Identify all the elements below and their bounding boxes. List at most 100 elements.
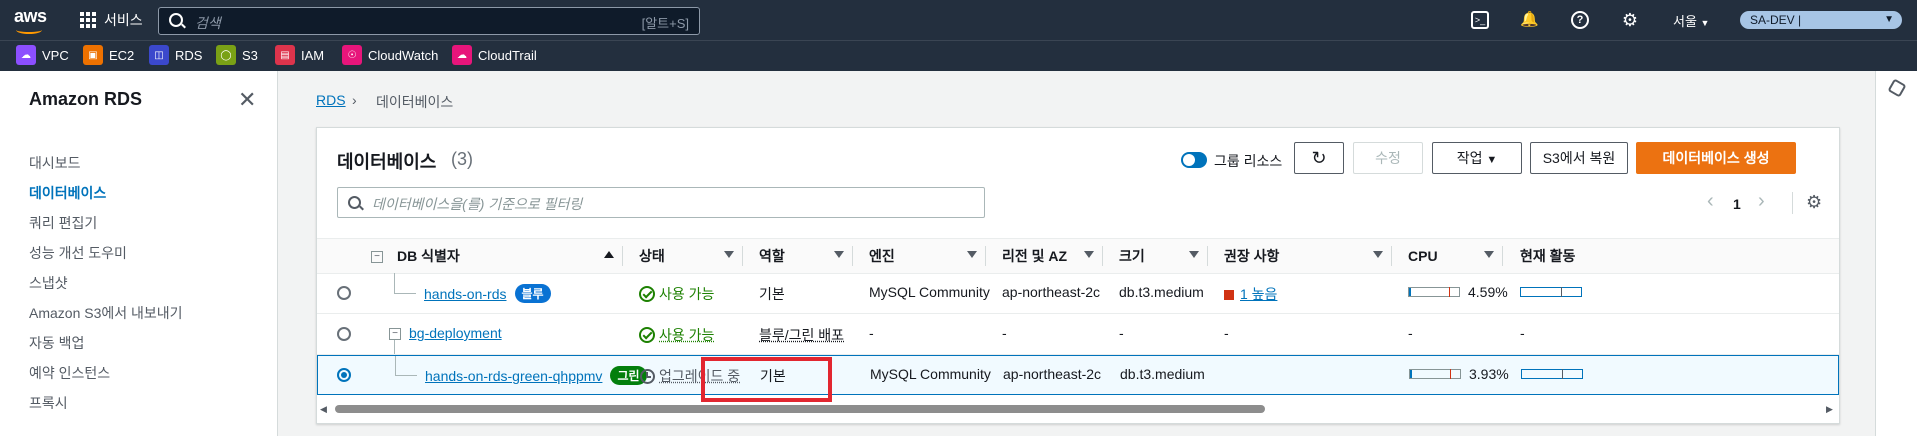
favorite-iam[interactable]: ▤ IAM (275, 45, 324, 65)
favorite-vpc[interactable]: ☁ VPC (16, 45, 69, 65)
sidebar-item-exports-s3[interactable]: Amazon S3에서 내보내기 (29, 303, 183, 323)
services-label: 서비스 (104, 10, 143, 30)
search-placeholder: 검색 (195, 13, 221, 33)
col-cpu[interactable]: CPU (1408, 239, 1438, 273)
sidebar-item-snapshots[interactable]: 스냅샷 (29, 273, 68, 293)
create-label: 데이터베이스 생성 (1663, 150, 1770, 166)
collapse-all-icon[interactable]: − (371, 251, 383, 263)
row-select-radio[interactable] (337, 286, 351, 300)
recommendation-link[interactable]: 1 높음 (1240, 286, 1277, 302)
favorite-cloudtrail[interactable]: ☁ CloudTrail (452, 45, 537, 65)
sidebar-item-performance-insights[interactable]: 성능 개선 도우미 (29, 243, 127, 263)
create-database-button[interactable]: 데이터베이스 생성 (1636, 142, 1796, 174)
sidebar-item-automated-backups[interactable]: 자동 백업 (29, 333, 84, 353)
sort-icon[interactable] (1484, 251, 1494, 258)
rds-icon: ◫ (149, 45, 169, 65)
settings-hex-icon[interactable] (1887, 78, 1906, 97)
bell-icon[interactable]: 🔔 (1520, 11, 1538, 29)
db-identifier-link[interactable]: bg-deployment (409, 325, 502, 341)
engine-cell: MySQL Community (869, 284, 990, 300)
help-icon[interactable]: ? (1571, 11, 1589, 29)
db-identifier-link[interactable]: hands-on-rds (424, 286, 507, 302)
col-region-az[interactable]: 리전 및 AZ (1002, 239, 1067, 273)
status-highlight-box (701, 357, 832, 402)
blue-badge: 블루 (515, 284, 551, 303)
row-select-radio[interactable] (337, 327, 351, 341)
sort-icon[interactable] (1189, 251, 1199, 258)
col-size[interactable]: 크기 (1119, 239, 1145, 273)
favorite-label: RDS (175, 48, 202, 63)
favorite-label: VPC (42, 48, 69, 63)
aws-logo[interactable]: aws (14, 6, 47, 27)
col-status[interactable]: 상태 (639, 239, 665, 273)
sort-icon[interactable] (1373, 251, 1383, 258)
table-row-selected[interactable]: hands-on-rds-green-qhppmv 그린 업그레이드 중 기본 M… (317, 355, 1839, 395)
sidebar-item-databases[interactable]: 데이터베이스 (29, 183, 106, 203)
col-current-activity[interactable]: 현재 활동 (1520, 239, 1575, 273)
refresh-button[interactable]: ↻ (1294, 142, 1344, 174)
group-resources-label: 그룹 리소스 (1214, 151, 1282, 171)
region-selector[interactable]: 서울 ▼ (1673, 11, 1709, 30)
restore-from-s3-button[interactable]: S3에서 복원 (1530, 142, 1628, 174)
sort-icon[interactable] (834, 251, 844, 258)
sort-icon[interactable] (967, 251, 977, 258)
scroll-left-icon[interactable]: ◀ (320, 404, 327, 415)
table-row[interactable]: hands-on-rds 블루 사용 가능 기본 MySQL Community … (317, 273, 1839, 314)
favorite-cloudwatch[interactable]: ☉ CloudWatch (342, 45, 438, 65)
region-cell: - (1002, 325, 1007, 341)
chevron-down-icon: ▼ (1884, 11, 1894, 29)
modify-label: 수정 (1375, 150, 1401, 166)
sidebar-item-dashboard[interactable]: 대시보드 (29, 153, 81, 173)
scroll-right-icon[interactable]: ▶ (1826, 404, 1833, 415)
db-identifier-link[interactable]: hands-on-rds-green-qhppmv (425, 368, 602, 384)
col-db-identifier[interactable]: DB 식별자 (397, 239, 460, 273)
breadcrumb-rds[interactable]: RDS (316, 92, 346, 108)
db-identifier-cell: hands-on-rds-green-qhppmv 그린 (425, 366, 647, 385)
sort-ascending-icon[interactable] (604, 251, 614, 258)
global-search-input[interactable]: 검색 [알트+S] (158, 7, 700, 35)
col-engine[interactable]: 엔진 (869, 239, 895, 273)
actions-button[interactable]: 작업 ▼ (1432, 142, 1522, 174)
gear-icon[interactable]: ⚙ (1621, 11, 1639, 29)
close-icon[interactable]: ✕ (238, 87, 256, 113)
caret-down-icon: ▼ (1486, 154, 1497, 166)
scrollbar-thumb[interactable] (335, 405, 1265, 413)
services-menu-button[interactable]: 서비스 (80, 10, 143, 30)
favorite-s3[interactable]: ◯ S3 (216, 45, 258, 65)
aws-logo-text: aws (14, 6, 47, 26)
row-select-radio-checked[interactable] (337, 368, 351, 382)
cloudshell-icon[interactable]: >_ (1471, 11, 1489, 29)
col-role[interactable]: 역할 (759, 239, 785, 273)
favorite-ec2[interactable]: ▣ EC2 (83, 45, 134, 65)
favorite-rds[interactable]: ◫ RDS (149, 45, 202, 65)
sort-icon[interactable] (1084, 251, 1094, 258)
horizontal-scrollbar[interactable]: ◀ ▶ (316, 402, 1838, 416)
previous-page-icon[interactable]: ‹ (1707, 190, 1714, 213)
region-cell: ap-northeast-2c (1002, 284, 1100, 300)
size-cell: db.t3.medium (1119, 284, 1204, 300)
filter-databases-input[interactable]: 데이터베이스을(를) 기준으로 필터링 (337, 187, 985, 218)
collapse-group-icon[interactable]: − (389, 328, 401, 340)
size-cell: - (1119, 325, 1124, 341)
actions-label: 작업 (1457, 150, 1483, 166)
sidebar-item-proxies[interactable]: 프록시 (29, 393, 68, 413)
col-recommendations[interactable]: 권장 사항 (1224, 239, 1279, 273)
db-identifier-cell: bg-deployment (409, 325, 502, 341)
sort-icon[interactable] (724, 251, 734, 258)
top-navigation: aws 서비스 검색 [알트+S] >_ 🔔 ? ⚙ 서울 ▼ SA-DEV |… (0, 0, 1917, 40)
sidebar-item-query-editor[interactable]: 쿼리 편집기 (29, 213, 97, 233)
sidebar-item-reserved-instances[interactable]: 예약 인스턴스 (29, 363, 110, 383)
table-row[interactable]: − bg-deployment 사용 가능 블루/그린 배포 - - - - -… (317, 314, 1839, 355)
engine-cell: MySQL Community (870, 366, 991, 382)
s3-icon: ◯ (216, 45, 236, 65)
clock-icon (640, 369, 655, 384)
modify-button[interactable]: 수정 (1353, 142, 1423, 174)
cpu-bar (1409, 369, 1461, 379)
database-count: (3) (451, 149, 473, 170)
group-resources-toggle[interactable] (1181, 152, 1207, 168)
page-number[interactable]: 1 (1733, 196, 1741, 212)
next-page-icon[interactable]: › (1758, 190, 1765, 213)
preferences-gear-icon[interactable]: ⚙ (1806, 192, 1822, 213)
activity-bar (1521, 369, 1583, 379)
account-menu[interactable]: SA-DEV | ▼ (1740, 11, 1902, 29)
